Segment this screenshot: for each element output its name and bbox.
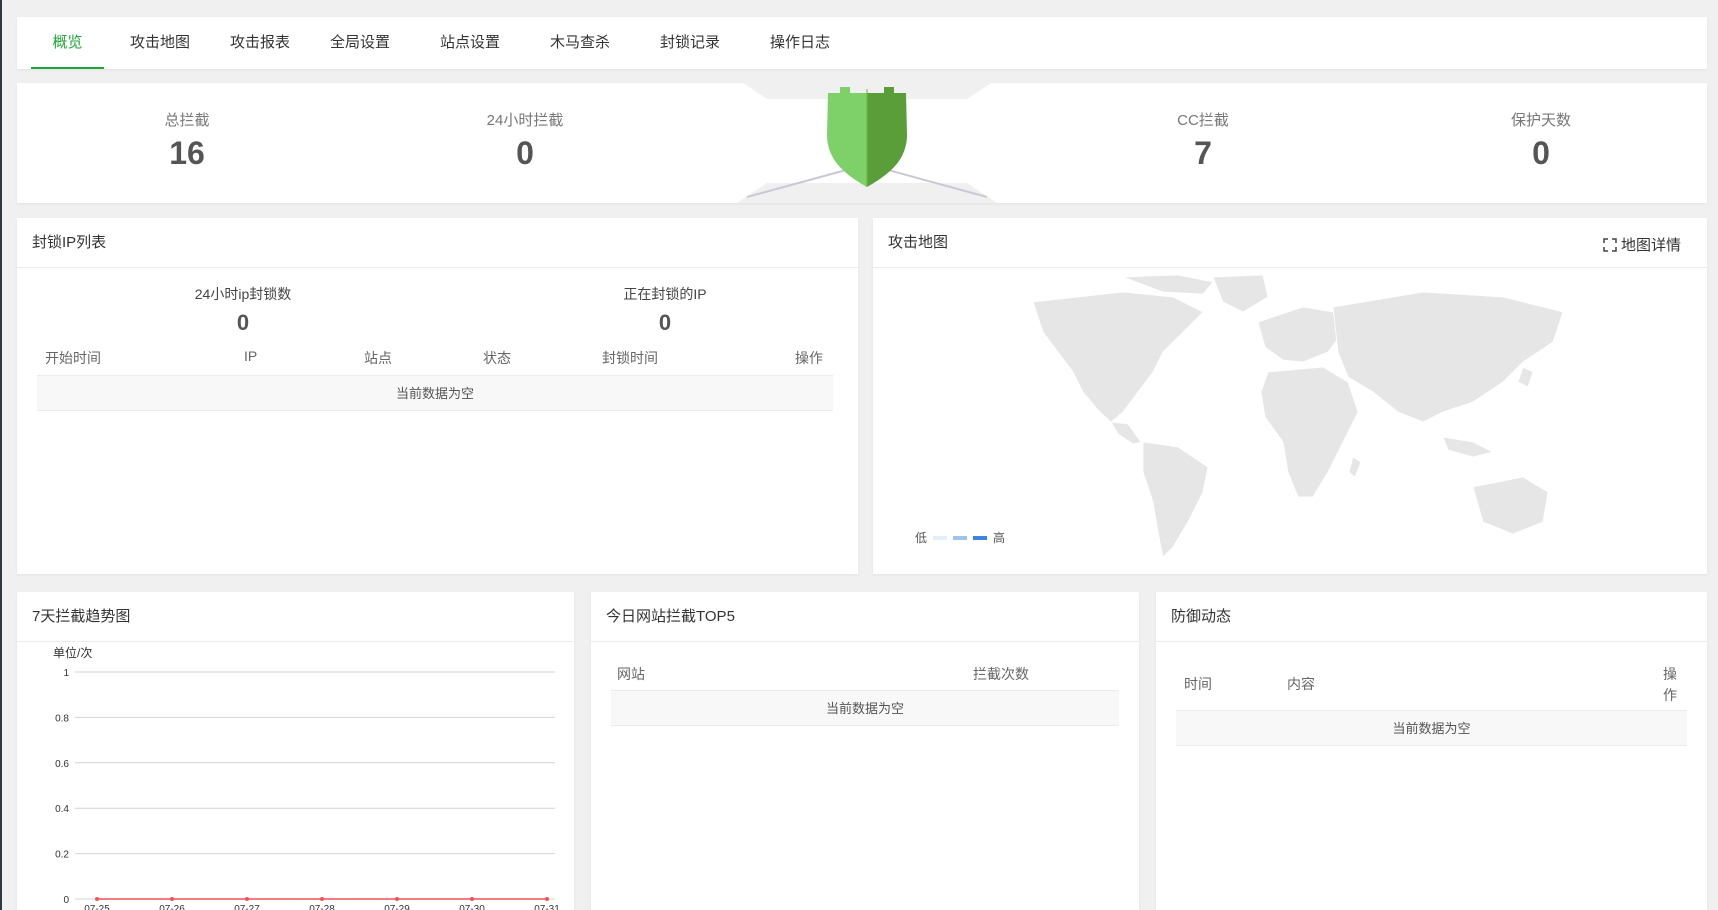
col-intercept-count: 拦截次数 — [973, 666, 1029, 682]
shield-decoration — [737, 79, 997, 203]
col-op-1: 操 — [1663, 666, 1677, 682]
data-point[interactable] — [245, 897, 249, 901]
stat-cc-value: 7 — [1194, 135, 1212, 171]
stat-total-label: 总拦截 — [164, 112, 210, 129]
legend-low: 低 — [915, 531, 928, 545]
stat-cc-label: CC拦截 — [1177, 112, 1229, 129]
col-site: 站点 — [364, 350, 392, 366]
blocking-now-label: 正在封锁的IP — [623, 286, 707, 302]
col-ip: IP — [244, 348, 258, 364]
col-website: 网站 — [617, 666, 645, 682]
trend-title: 7天拦截趋势图 — [17, 592, 574, 642]
blocked-24h-label: 24小时ip封锁数 — [194, 286, 292, 302]
blocking-now-value: 0 — [658, 310, 672, 335]
col-block-time: 封锁时间 — [602, 350, 658, 366]
tab-attack-map[interactable]: 攻击地图 — [120, 17, 200, 69]
map-detail-label: 地图详情 — [1620, 237, 1681, 254]
x-tick-label: 07-29 — [384, 904, 410, 910]
legend-high: 高 — [993, 531, 1006, 545]
data-point[interactable] — [545, 897, 549, 901]
x-tick-label: 07-27 — [234, 904, 260, 910]
data-point[interactable] — [320, 897, 324, 901]
fullscreen-icon — [1603, 237, 1617, 252]
tab-attack-report[interactable]: 攻击报表 — [220, 17, 300, 69]
blocked-24h-value: 0 — [236, 310, 250, 335]
col-status: 状态 — [483, 350, 511, 366]
map-legend: 低 高 — [915, 529, 1005, 546]
top5-title: 今日网站拦截TOP5 — [591, 592, 1139, 642]
stat-days-label: 保护天数 — [1510, 112, 1571, 129]
stat-total: 总拦截 16 — [87, 111, 287, 171]
data-point[interactable] — [170, 897, 174, 901]
data-point[interactable] — [95, 897, 99, 901]
top5-empty: 当前数据为空 — [611, 690, 1119, 726]
col-time: 时间 — [1184, 676, 1212, 692]
x-tick-label: 07-31 — [534, 904, 560, 910]
blocked-ip-panel: 封锁IP列表 24小时ip封锁数 0 正在封锁的IP 0 开始时间 IP 站点 … — [17, 218, 858, 574]
col-start-time: 开始时间 — [45, 350, 101, 366]
attack-map-panel: 攻击地图 地图详情 低 高 — [873, 218, 1707, 574]
trend-panel: 7天拦截趋势图 单位/次 0 0.2 0.4 0.6 0.8 1 07-25 07-26 07-… — [17, 592, 574, 910]
col-action: 操作 — [795, 350, 823, 366]
tab-global-settings[interactable]: 全局设置 — [320, 17, 400, 69]
stat-days: 保护天数 0 — [1441, 111, 1641, 171]
legend-swatch-low — [933, 535, 948, 540]
defense-panel: 防御动态 时间 内容 操 作 当前数据为空 — [1156, 592, 1707, 910]
tab-operation-log[interactable]: 操作日志 — [760, 17, 840, 69]
y-tick-label: 0.2 — [55, 850, 69, 861]
y-tick-label: 0 — [63, 895, 69, 906]
y-tick-label: 0.8 — [55, 713, 69, 724]
blocked-24h-stat: 24小时ip封锁数 0 — [143, 284, 343, 336]
x-tick-label: 07-25 — [84, 904, 110, 910]
y-tick-label: 1 — [63, 668, 69, 679]
defense-title: 防御动态 — [1156, 592, 1707, 642]
tab-overview[interactable]: 概览 — [31, 17, 104, 69]
x-tick-label: 07-28 — [309, 904, 335, 910]
nav-tabs: 概览 攻击地图 攻击报表 全局设置 站点设置 木马查杀 封锁记录 操作日志 — [17, 17, 1707, 69]
blocking-now-stat: 正在封锁的IP 0 — [565, 284, 765, 336]
legend-swatch-high — [973, 535, 988, 540]
attack-map-title: 攻击地图 — [873, 218, 1707, 268]
world-map — [1032, 274, 1564, 558]
x-tick-label: 07-26 — [159, 904, 185, 910]
legend-swatch-mid — [953, 535, 968, 540]
stat-cc: CC拦截 7 — [1103, 111, 1303, 171]
blocked-ip-title: 封锁IP列表 — [17, 218, 858, 268]
trend-chart: 单位/次 0 0.2 0.4 0.6 0.8 1 07-25 07-26 07-27 07-28 0… — [53, 645, 560, 910]
stat-total-value: 16 — [169, 135, 205, 171]
map-detail-button[interactable]: 地图详情 — [1603, 234, 1681, 255]
x-tick-label: 07-30 — [459, 904, 485, 910]
col-op-2: 作 — [1663, 687, 1677, 703]
tab-trojan-scan[interactable]: 木马查杀 — [540, 17, 620, 69]
data-point[interactable] — [470, 897, 474, 901]
y-tick-label: 0.6 — [55, 759, 69, 770]
top5-panel: 今日网站拦截TOP5 网站 拦截次数 当前数据为空 — [591, 592, 1139, 910]
stats-panel: 总拦截 16 24小时拦截 0 CC拦截 7 保护天数 0 — [17, 79, 1707, 203]
tab-site-settings[interactable]: 站点设置 — [430, 17, 510, 69]
col-content: 内容 — [1287, 676, 1315, 692]
defense-empty: 当前数据为空 — [1176, 710, 1687, 746]
stat-24h-label: 24小时拦截 — [486, 112, 564, 129]
tab-block-records[interactable]: 封锁记录 — [650, 17, 730, 69]
stat-24h-value: 0 — [516, 135, 534, 171]
stat-24h: 24小时拦截 0 — [425, 111, 625, 171]
y-tick-label: 0.4 — [55, 804, 69, 815]
data-point[interactable] — [395, 897, 399, 901]
stat-days-value: 0 — [1532, 135, 1550, 171]
chart-unit-label: 单位/次 — [53, 645, 92, 660]
blocked-ip-empty: 当前数据为空 — [37, 375, 833, 411]
